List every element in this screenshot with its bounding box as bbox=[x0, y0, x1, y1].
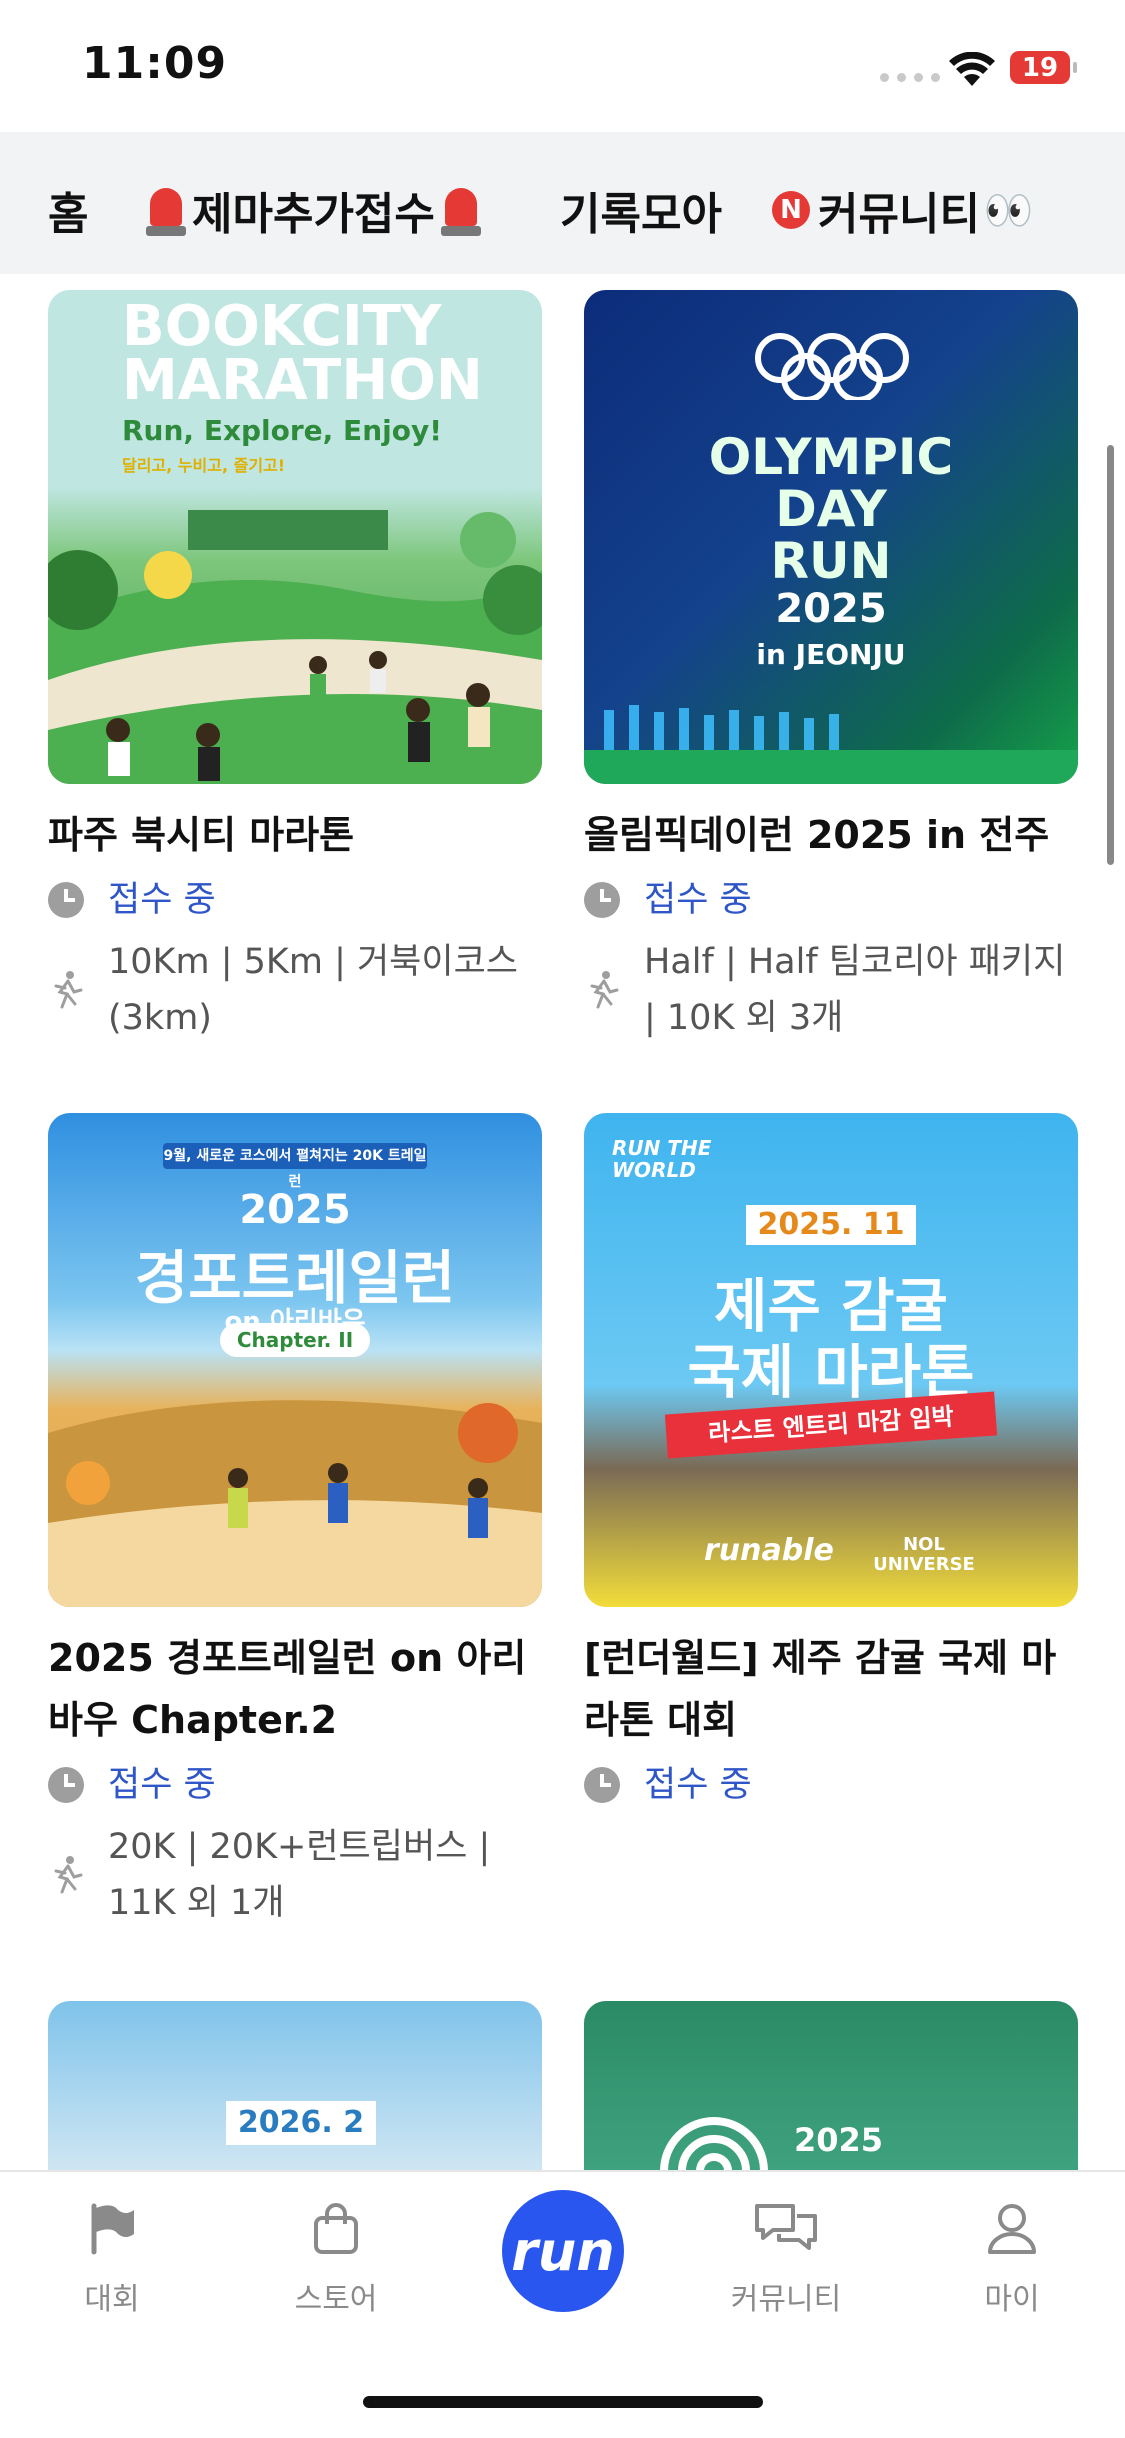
clock-icon bbox=[584, 1767, 620, 1803]
race-title: 2025 경포트레일런 on 아리바우 Chapter.2 bbox=[48, 1636, 527, 1742]
poster-title-line3: RUN bbox=[770, 532, 892, 590]
status-bar: 11:09 19 bbox=[0, 0, 1125, 132]
poster-logo-nol: NOL UNIVERSE bbox=[873, 1534, 975, 1575]
poster-chapter: Chapter. II bbox=[220, 1323, 370, 1357]
race-poster: 2026. 2 bbox=[48, 2001, 542, 2170]
race-status: 접수 중 bbox=[108, 1765, 216, 1805]
race-status: 접수 중 bbox=[644, 1765, 752, 1805]
bag-icon bbox=[314, 2203, 358, 2254]
clock-icon bbox=[48, 1767, 84, 1803]
nav-community-label: 커뮤니티 bbox=[730, 2282, 842, 2317]
olympic-rings-icon bbox=[755, 333, 909, 400]
status-time: 11:09 bbox=[82, 38, 228, 89]
poster-runners-illustration bbox=[584, 705, 1078, 784]
poster-logo-arcs bbox=[660, 2117, 768, 2170]
nav-store-label: 스토어 bbox=[294, 2282, 378, 2317]
race-title: 올림픽데이런 2025 in 전주 bbox=[584, 813, 1050, 857]
tab-home[interactable]: 홈 bbox=[48, 178, 88, 242]
poster-title-line2: 국제 마라톤 bbox=[687, 1338, 975, 1406]
race-distance-row: 10Km | 5Km | 거북이코스(3km) bbox=[48, 934, 542, 1046]
race-card[interactable]: 2026. 2 bbox=[48, 2001, 542, 2170]
race-status-row: 접수 중 bbox=[584, 872, 1078, 928]
clock-icon bbox=[48, 882, 84, 918]
poster-date: 2026. 2 bbox=[226, 2101, 376, 2145]
chat-icon bbox=[755, 2204, 817, 2250]
race-status: 접수 중 bbox=[108, 880, 216, 920]
tab-records-label: 기록모아 bbox=[560, 189, 722, 240]
flag-icon bbox=[91, 2203, 134, 2255]
poster-title-line2: DAY bbox=[775, 480, 887, 538]
nav-races[interactable]: 대회 bbox=[42, 2200, 182, 2318]
race-status-row: 접수 중 bbox=[584, 1757, 1078, 1813]
nav-my-label: 마이 bbox=[984, 2282, 1040, 2317]
poster-year: 2025 bbox=[794, 2121, 884, 2159]
race-card[interactable]: BOOKCITY MARATHON Run, Explore, Enjoy! 달… bbox=[48, 290, 542, 1046]
poster-illustration bbox=[48, 1400, 542, 1607]
poster-title-line1: OLYMPIC bbox=[708, 428, 954, 486]
runner-icon bbox=[54, 1856, 83, 1894]
poster-subtagline: 달리고, 누비고, 즐기고! bbox=[122, 456, 286, 475]
race-card[interactable]: OLYMPIC DAY RUN 2025 in JEONJU 올림픽데이런 20… bbox=[584, 290, 1078, 1046]
race-distance-row: 20K | 20K+런트립버스 | 11K 외 1개 bbox=[48, 1819, 542, 1931]
race-title: 파주 북시티 마라톤 bbox=[48, 813, 355, 857]
race-card[interactable]: 9월, 새로운 코스에서 펼쳐지는 20K 트레일런 2025 경포트레일런 o… bbox=[48, 1113, 542, 1931]
race-title: [런더월드] 제주 감귤 국제 마라톤 대회 bbox=[584, 1636, 1057, 1742]
race-distance-row: Half | Half 팀코리아 패키지 | 10K 외 3개 bbox=[584, 934, 1078, 1046]
tab-extra-registration[interactable]: 제마추가접수 bbox=[140, 178, 487, 242]
poster-title-line2: MARATHON bbox=[122, 348, 483, 413]
poster-banner: 9월, 새로운 코스에서 펼쳐지는 20K 트레일런 bbox=[163, 1143, 427, 1190]
poster-logo-runable: runable bbox=[704, 1533, 834, 1568]
tab-extra-registration-label: 제마추가접수 bbox=[192, 189, 435, 240]
poster-date: 2025. 11 bbox=[746, 1205, 916, 1245]
poster-brand: RUN THE WORLD bbox=[612, 1136, 712, 1182]
poster-place: in JEONJU bbox=[756, 638, 906, 671]
siren-icon bbox=[146, 184, 186, 236]
nav-my[interactable]: 마이 bbox=[942, 2200, 1082, 2318]
race-status: 접수 중 bbox=[644, 880, 752, 920]
race-poster: OLYMPIC DAY RUN 2025 in JEONJU bbox=[584, 290, 1078, 784]
poster-year: 2025 bbox=[239, 1187, 351, 1233]
home-indicator[interactable] bbox=[363, 2396, 763, 2408]
tab-records[interactable]: 기록모아 bbox=[560, 178, 722, 242]
race-card[interactable]: RUN THE WORLD 2025. 11 제주 감귤 국제 마라톤 라스트 … bbox=[584, 1113, 1078, 1813]
race-poster: RUN THE WORLD 2025. 11 제주 감귤 국제 마라톤 라스트 … bbox=[584, 1113, 1078, 1607]
eyes-icon: 👀 bbox=[983, 187, 1034, 234]
poster-year: 2025 bbox=[775, 586, 887, 632]
race-poster: 2025 bbox=[584, 2001, 1078, 2170]
race-distances: 20K | 20K+런트립버스 | 11K 외 1개 bbox=[108, 1827, 491, 1923]
race-poster: BOOKCITY MARATHON Run, Explore, Enjoy! 달… bbox=[48, 290, 542, 784]
wifi-icon bbox=[949, 52, 995, 86]
scrollbar[interactable] bbox=[1107, 445, 1114, 865]
race-status-row: 접수 중 bbox=[48, 872, 542, 928]
siren-icon bbox=[440, 184, 481, 236]
race-card[interactable]: 2025 bbox=[584, 2001, 1078, 2170]
runner-icon bbox=[590, 971, 619, 1009]
runner-icon bbox=[54, 971, 83, 1009]
nav-run-button[interactable]: run bbox=[502, 2190, 624, 2312]
poster-tagline: Run, Explore, Enjoy! bbox=[122, 414, 442, 447]
tab-community-label: 커뮤니티 bbox=[818, 189, 980, 240]
nav-store[interactable]: 스토어 bbox=[266, 2200, 406, 2318]
nav-races-label: 대회 bbox=[84, 2282, 140, 2317]
race-distances: 10Km | 5Km | 거북이코스(3km) bbox=[108, 942, 518, 1038]
tab-community[interactable]: N 커뮤니티 👀 bbox=[772, 178, 1034, 242]
race-status-row: 접수 중 bbox=[48, 1757, 542, 1813]
race-distances: Half | Half 팀코리아 패키지 | 10K 외 3개 bbox=[644, 942, 1066, 1038]
nav-community[interactable]: 커뮤니티 bbox=[716, 2200, 856, 2318]
clock-icon bbox=[584, 882, 620, 918]
person-icon bbox=[988, 2204, 1036, 2254]
top-tab-bar: 홈 제마추가접수 기록모아 N 커뮤니티 👀 bbox=[0, 132, 1125, 274]
new-badge-icon: N bbox=[772, 191, 810, 229]
battery-icon: 19 bbox=[1010, 51, 1077, 84]
poster-illustration bbox=[48, 510, 542, 784]
cellular-signal-icon bbox=[880, 73, 940, 82]
race-poster: 9월, 새로운 코스에서 펼쳐지는 20K 트레일런 2025 경포트레일런 o… bbox=[48, 1113, 542, 1607]
tab-home-label: 홈 bbox=[48, 189, 89, 240]
